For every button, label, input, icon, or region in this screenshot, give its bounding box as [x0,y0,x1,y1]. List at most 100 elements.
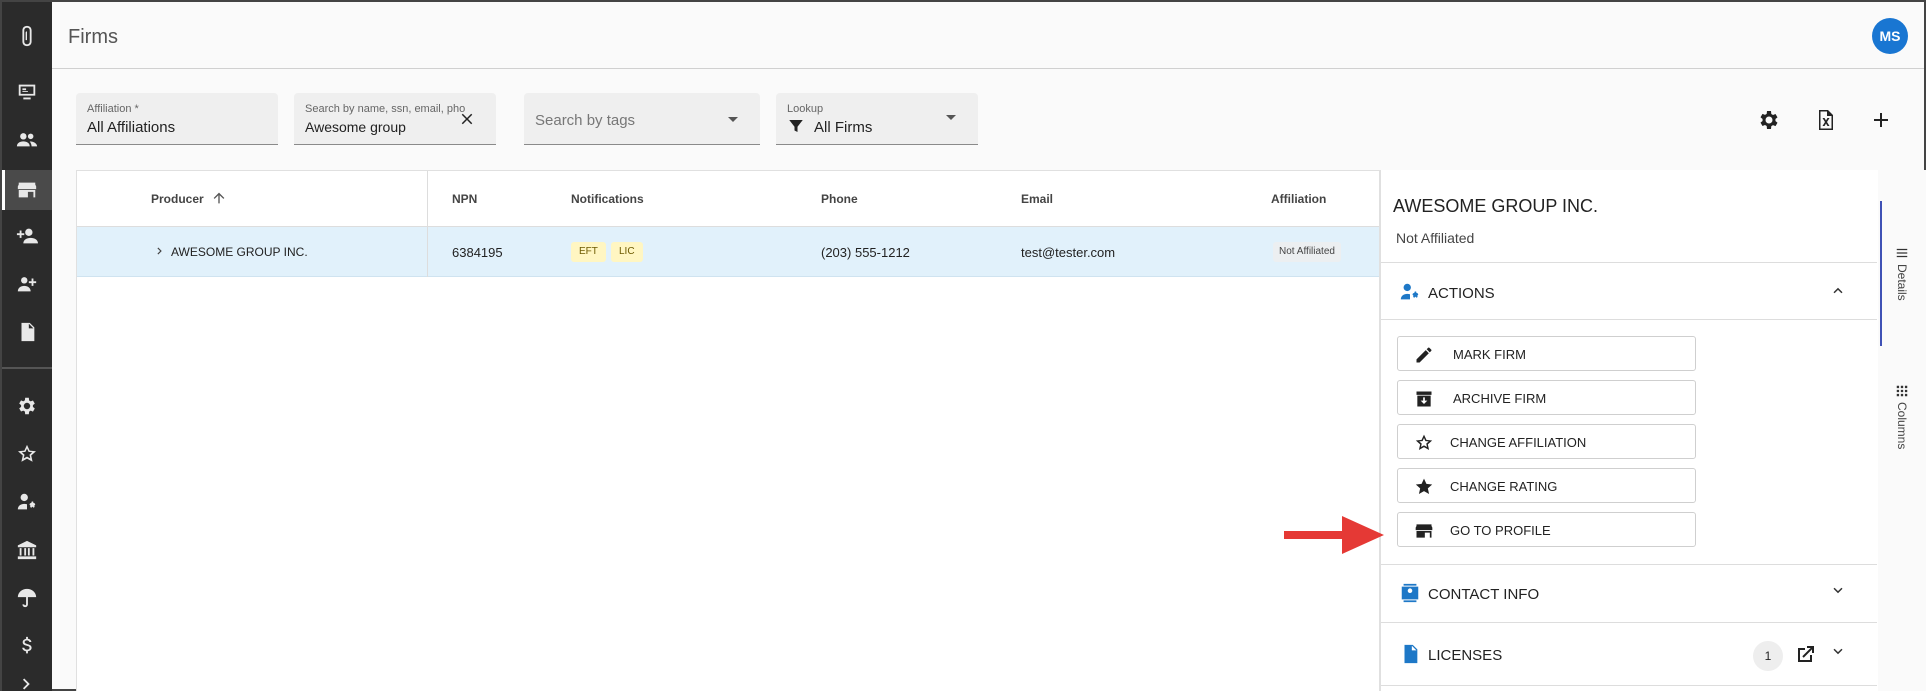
column-header-email[interactable]: Email [1021,192,1053,206]
star-icon [1414,477,1434,497]
change-rating-label: CHANGE RATING [1450,479,1558,494]
app-header: Firms MS [52,2,1924,69]
actions-title: ACTIONS [1428,285,1495,302]
panel-divider [1381,319,1877,320]
affiliation-star-icon [1414,433,1434,453]
group-add-icon[interactable] [2,266,52,302]
sort-ascending-icon[interactable] [211,190,227,206]
firms-store-icon[interactable] [2,170,52,210]
grid-dots-icon [1896,385,1908,397]
excel-file-icon [1819,110,1833,130]
people-icon[interactable] [2,122,52,158]
page-title: Firms [68,26,118,48]
column-header-producer[interactable]: Producer [151,192,204,206]
tab-details[interactable]: Details [1884,246,1920,301]
notification-chip-eft[interactable]: EFT [571,242,606,262]
user-gear-icon [1399,281,1421,303]
change-affiliation-button[interactable]: CHANGE AFFILIATION [1397,424,1696,459]
go-to-profile-label: GO TO PROFILE [1450,523,1551,538]
search-label: Search by name, ssn, email, pho... [305,103,465,115]
cell-producer[interactable]: AWESOME GROUP INC. [171,245,308,259]
tags-search-input[interactable]: Search by tags [524,93,760,145]
bank-icon[interactable] [2,532,52,568]
actions-section-header[interactable]: ACTIONS [1381,271,1877,311]
contact-info-section-header[interactable]: CONTACT INFO [1381,572,1877,612]
expand-row-icon[interactable] [153,244,167,258]
column-header-notifications[interactable]: Notifications [571,192,644,206]
menu-lines-icon [1896,248,1908,258]
tab-columns[interactable]: Columns [1884,384,1920,449]
sidebar-divider [2,367,52,369]
go-to-profile-button[interactable]: GO TO PROFILE [1397,512,1696,547]
affiliation-label: Affiliation * [87,103,139,115]
panel-firm-name: AWESOME GROUP INC. [1393,196,1599,216]
panel-divider [1381,564,1877,565]
settings-icon[interactable] [2,388,52,424]
user-settings-icon[interactable] [2,484,52,520]
change-affiliation-label: CHANGE AFFILIATION [1450,435,1587,450]
panel-divider [1381,685,1877,686]
notification-chip-lic[interactable]: LIC [611,242,643,262]
cell-phone: (203) 555-1212 [821,245,910,260]
chevron-down-icon[interactable] [1829,643,1847,661]
contact-info-title: CONTACT INFO [1428,586,1540,603]
contact-card-icon [1399,582,1421,604]
column-header-affiliation[interactable]: Affiliation [1271,192,1326,206]
tags-dropdown-icon[interactable] [728,117,738,122]
affiliation-star-icon[interactable] [2,436,52,472]
side-tabs: Details Columns [1878,170,1926,691]
lookup-value: All Firms [814,119,873,136]
open-in-new-icon[interactable] [1793,643,1817,667]
archive-icon [1414,389,1434,409]
lookup-dropdown-icon[interactable] [946,115,956,120]
chevron-up-icon[interactable] [1829,281,1847,299]
mark-firm-button[interactable]: MARK FIRM [1397,336,1696,371]
settings-button[interactable] [1751,102,1787,138]
search-input[interactable]: Search by name, ssn, email, pho... Aweso… [294,93,496,145]
store-icon [1414,521,1434,541]
tab-details-label: Details [1895,264,1909,301]
filter-icon [787,117,803,135]
table-row[interactable]: AWESOME GROUP INC. 6384195 EFT LIC (203)… [77,227,1379,277]
archive-firm-label: ARCHIVE FIRM [1453,391,1547,406]
search-value: Awesome group [305,119,406,135]
licenses-section-header[interactable]: LICENSES 1 [1381,633,1877,673]
add-firm-button[interactable] [1863,102,1899,138]
umbrella-icon[interactable] [2,580,52,616]
lookup-label: Lookup [787,103,824,115]
active-tab-indicator [1880,201,1882,346]
archive-firm-button[interactable]: ARCHIVE FIRM [1397,380,1696,415]
licenses-count-badge: 1 [1753,641,1783,671]
cell-npn: 6384195 [452,245,503,260]
change-rating-button[interactable]: CHANGE RATING [1397,468,1696,503]
column-header-phone[interactable]: Phone [821,192,858,206]
panel-divider [1381,622,1877,623]
dollar-icon[interactable] [2,628,52,664]
firms-grid: Producer NPN Notifications Phone Email A… [76,170,1380,691]
grid-header: Producer NPN Notifications Phone Email A… [77,171,1379,227]
chevron-down-icon[interactable] [1829,582,1847,600]
affiliation-select[interactable]: Affiliation * All Affiliations [76,93,278,145]
document-icon[interactable] [2,314,52,350]
column-divider [427,171,428,277]
column-header-npn[interactable]: NPN [452,192,477,206]
affiliation-badge: Not Affiliated [1273,242,1341,262]
app-logo-icon[interactable] [2,16,52,56]
mark-firm-label: MARK FIRM [1453,347,1526,362]
panel-divider [1381,262,1877,263]
plus-icon [1874,113,1888,127]
clear-search-icon[interactable] [458,110,476,128]
licenses-title: LICENSES [1428,647,1503,664]
tab-columns-label: Columns [1895,402,1909,450]
user-avatar[interactable]: MS [1872,18,1908,54]
tags-placeholder: Search by tags [535,112,636,129]
lookup-select[interactable]: Lookup All Firms [776,93,978,145]
panel-affiliation: Not Affiliated [1396,230,1475,246]
add-person-icon[interactable] [2,218,52,254]
annotation-arrow-icon [1284,516,1384,554]
sidebar [2,2,52,691]
dashboard-icon[interactable] [2,74,52,110]
more-chevron-icon[interactable] [2,674,52,691]
export-excel-button[interactable] [1807,102,1843,138]
details-panel: AWESOME GROUP INC. Not Affiliated ACTION… [1380,170,1880,691]
